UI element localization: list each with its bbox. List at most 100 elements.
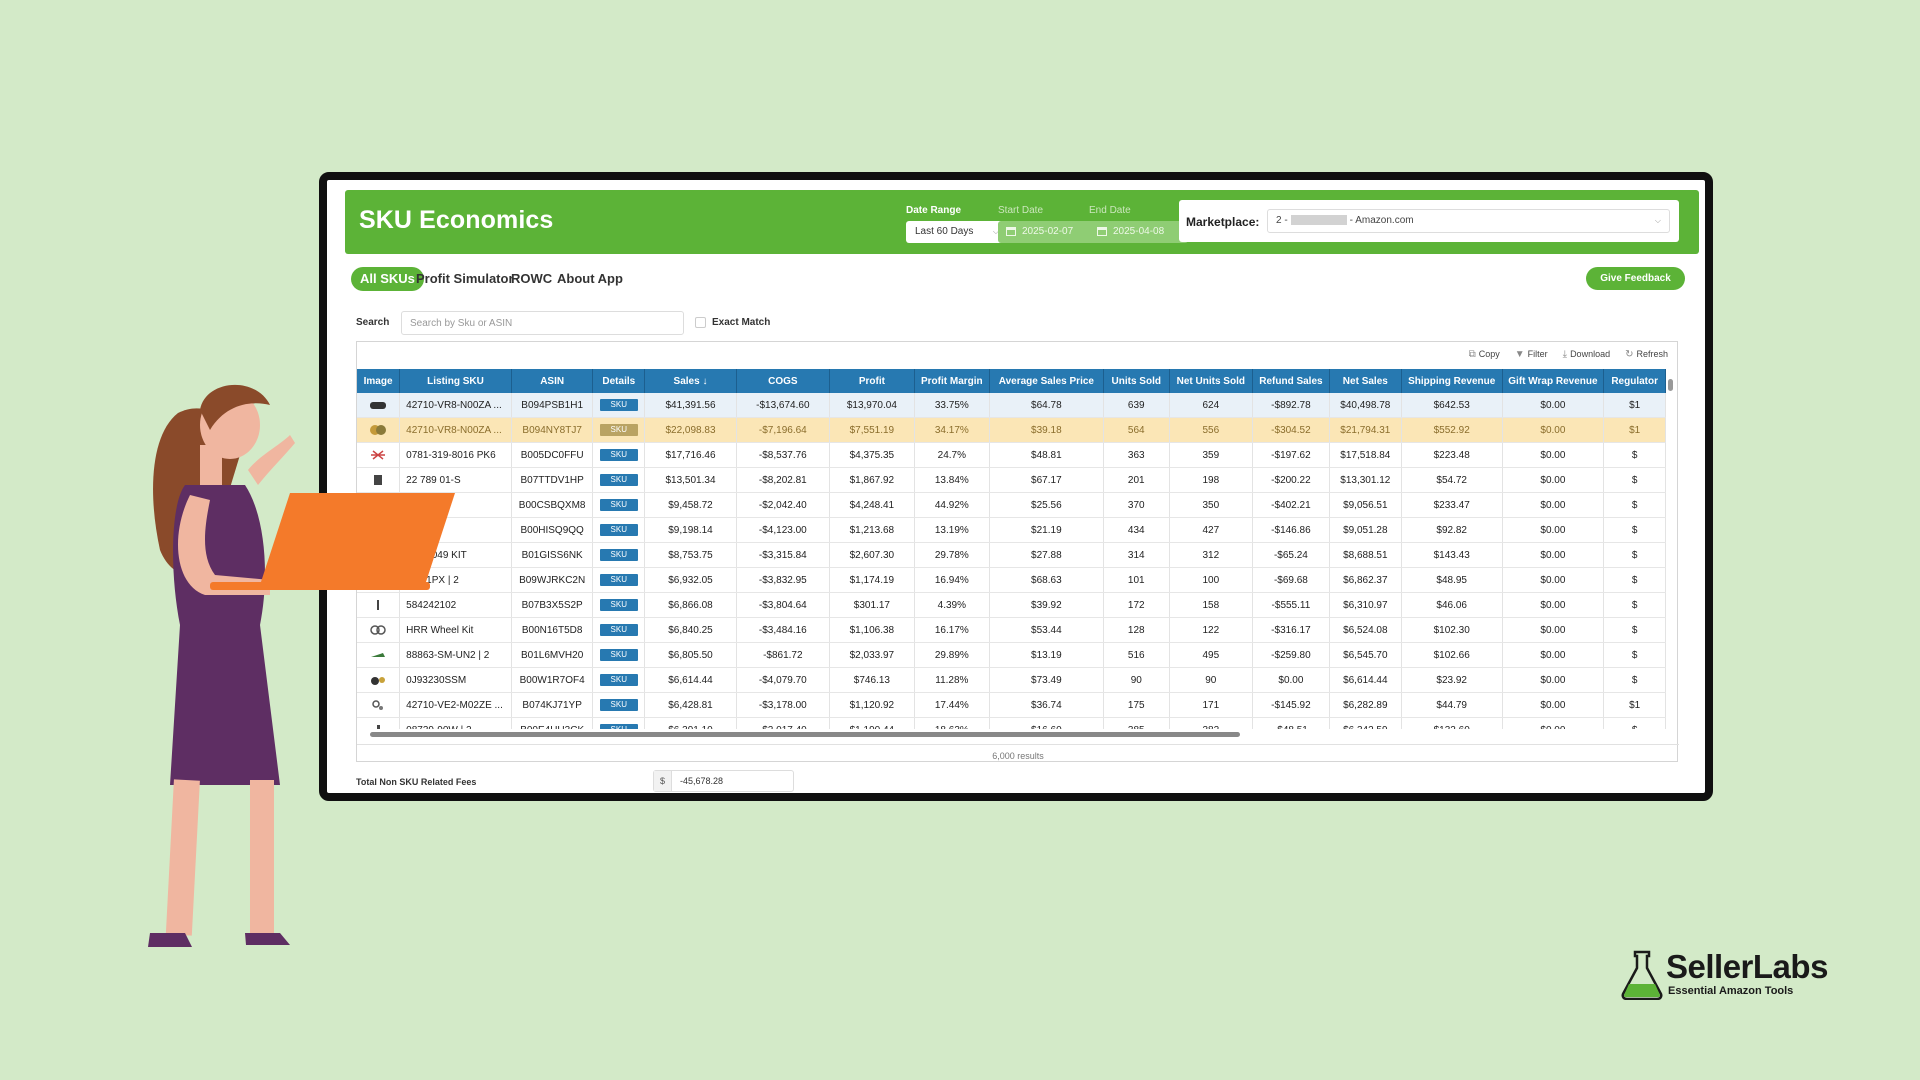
table-header-row: Image Listing SKU ASIN Details Sales ↓ COGS Pr… [357, 369, 1666, 393]
column-header[interactable]: Image [357, 369, 401, 393]
table-row[interactable]: 08739-90W | 2B00E4HU3CK SKU $6,391.10-$2,0… [357, 717, 1666, 729]
sku-details-button[interactable]: SKU [599, 674, 638, 686]
column-header[interactable]: Listing SKU [399, 369, 512, 393]
table-row[interactable]: 0781-319-8016 PK6 B005DC0FFU SKU $17,716.46… [357, 442, 1666, 468]
table-cell: $ [1603, 667, 1666, 693]
table-cell: $143.43 [1401, 542, 1503, 568]
table-cell: 175 [1103, 692, 1170, 718]
column-header[interactable]: Net Sales [1329, 369, 1402, 393]
sku-details-button[interactable]: SKU [599, 499, 638, 511]
sku-details-button[interactable]: SKU [599, 574, 638, 586]
table-cell: $25.56 [989, 492, 1105, 518]
table-cell: $0.00 [1502, 467, 1605, 493]
sku-details-button[interactable]: SKU [599, 599, 638, 611]
table-cell: $53.44 [989, 617, 1105, 643]
table-row[interactable]: HRR Wheel Kit B00N16T5D8 SKU $6,840.25 -$3,4… [357, 617, 1666, 643]
download-button[interactable]: ⤓ Download [1563, 346, 1610, 362]
table-cell: $102.66 [1401, 642, 1503, 668]
table-cell: 556 [1169, 417, 1254, 443]
marketplace-select[interactable]: 2 - - Amazon.com ⌵ [1267, 209, 1670, 233]
product-thumbnail [357, 692, 401, 718]
flask-icon [1621, 950, 1663, 1001]
search-input[interactable] [401, 311, 684, 335]
marketplace-label: Marketplace: [1186, 215, 1260, 229]
copy-button[interactable]: ⧉ Copy [1469, 346, 1500, 362]
sku-details-button[interactable]: SKU [599, 624, 638, 636]
table-viewport[interactable]: Image Listing SKU ASIN Details Sales ↓ COGS Pr… [357, 369, 1666, 729]
tab-about-app[interactable]: About App [548, 267, 632, 291]
table-cell: $73.49 [989, 667, 1105, 693]
table-row[interactable]: 42710-VR8-N00ZA ... B094NY8TJ7 SKU $22,098.… [357, 417, 1666, 443]
table-cell: $0.00 [1502, 642, 1605, 668]
product-image-icon [377, 725, 381, 729]
product-thumbnail [357, 467, 401, 493]
table-row[interactable]: 319-8049 KIT B01GISS6NK SKU $8,753.75 -$3,31… [357, 542, 1666, 568]
table-cell: $6,805.50 [644, 642, 737, 668]
product-thumbnail [357, 667, 401, 693]
horizontal-scrollbar[interactable] [360, 730, 1664, 738]
sku-details-button[interactable]: SKU [599, 524, 638, 536]
sku-details-button[interactable]: SKU [599, 474, 638, 486]
give-feedback-button[interactable]: Give Feedback [1586, 267, 1685, 290]
exact-match-checkbox[interactable] [695, 317, 706, 328]
product-image-icon [370, 425, 387, 435]
refresh-button[interactable]: ↻ Refresh [1625, 346, 1668, 362]
sku-details-button[interactable]: SKU [599, 424, 638, 436]
product-thumbnail [357, 417, 401, 443]
sku-details-button[interactable]: SKU [599, 649, 638, 661]
table-cell: $6,524.08 [1329, 617, 1402, 643]
table-cell: $0.00 [1502, 717, 1605, 729]
sku-details-button[interactable]: SKU [599, 549, 638, 561]
details-cell: SKU [592, 592, 646, 618]
table-cell: $0.00 [1502, 492, 1605, 518]
table-row[interactable]: 88863-SM-UN2 | 2 B01L6MVH20 SKU $6,805.50 -$… [357, 642, 1666, 668]
table-row[interactable]: 22 789 01-S B07TTDV1HP SKU $13,501.34 -$8,20… [357, 467, 1666, 493]
column-header[interactable]: ASIN [511, 369, 594, 393]
column-header[interactable]: Gift Wrap Revenue [1502, 369, 1605, 393]
table-row[interactable]: B00CSBQXM8 SKU $9,458.72 -$2,042.40 $4,248.4… [357, 492, 1666, 518]
table-cell: $13,301.12 [1329, 467, 1402, 493]
column-header[interactable]: Units Sold [1103, 369, 1170, 393]
column-header[interactable]: Details [592, 369, 646, 393]
fees-field[interactable]: $ -45,678.28 [653, 770, 794, 792]
column-header[interactable]: Sales ↓ [644, 369, 737, 393]
column-header[interactable]: Refund Sales [1252, 369, 1330, 393]
table-row[interactable]: 42710-VE2-M02ZE ... B074KJ71YP SKU $6,428.8… [357, 692, 1666, 718]
brand-name: SellerLabs [1666, 948, 1828, 985]
table-cell: $ [1603, 542, 1666, 568]
sku-details-button[interactable]: SKU [599, 724, 638, 729]
column-header[interactable]: Shipping Revenue [1401, 369, 1503, 393]
table-row[interactable]: 42710-VR8-N00ZA ... B094PSB1H1 SKU $41,391.… [357, 393, 1666, 418]
column-header[interactable]: Net Units Sold [1169, 369, 1254, 393]
sku-details-button[interactable]: SKU [599, 399, 638, 411]
details-cell: SKU [592, 393, 646, 418]
product-image-icon [370, 625, 386, 635]
sku-details-button[interactable]: SKU [599, 699, 638, 711]
table-cell: $6,614.44 [1329, 667, 1402, 693]
vertical-scrollbar[interactable] [1667, 369, 1675, 729]
date-range-select[interactable]: Last 60 Days ⌵ [906, 221, 1005, 243]
sku-details-button[interactable]: SKU [599, 449, 638, 461]
table-cell: 29.89% [914, 642, 990, 668]
table-cell: 0781-319-8016 PK6 [399, 442, 512, 468]
column-header[interactable]: COGS [736, 369, 830, 393]
app-header: SKU Economics Date Range Start Date End … [345, 190, 1699, 254]
table-cell: 201 [1103, 467, 1170, 493]
table-cell: 17.44% [914, 692, 990, 718]
table-row[interactable]: 0J93230SSM B00W1R7OF4 SKU $6,614.44 -$4,079.… [357, 667, 1666, 693]
table-cell: $746.13 [829, 667, 915, 693]
table-cell: $132.60 [1401, 717, 1503, 729]
column-header[interactable]: Regulator [1603, 369, 1666, 393]
table-cell: -$3,178.00 [736, 692, 830, 718]
table-cell: $6,282.89 [1329, 692, 1402, 718]
table-row[interactable]: CD91PX | 2 B09WJRKC2N SKU $6,932.05 -$3,832.… [357, 567, 1666, 593]
column-header[interactable]: Profit Margin [914, 369, 990, 393]
filter-button[interactable]: ▼ Filter [1515, 346, 1548, 362]
end-date-field[interactable]: 2025-04-08 [1089, 221, 1188, 243]
column-header[interactable]: Average Sales Price [989, 369, 1105, 393]
table-cell: -$3,832.95 [736, 567, 830, 593]
start-date-field[interactable]: 2025-02-07 [998, 221, 1097, 243]
table-row[interactable]: 63B00HISQ9QQSKU$9,198.14-$4,123.00$1,213… [357, 517, 1666, 543]
table-row[interactable]: 584242102 B07B3X5S2P SKU $6,866.08 -$3,804.6… [357, 592, 1666, 618]
column-header[interactable]: Profit [829, 369, 915, 393]
